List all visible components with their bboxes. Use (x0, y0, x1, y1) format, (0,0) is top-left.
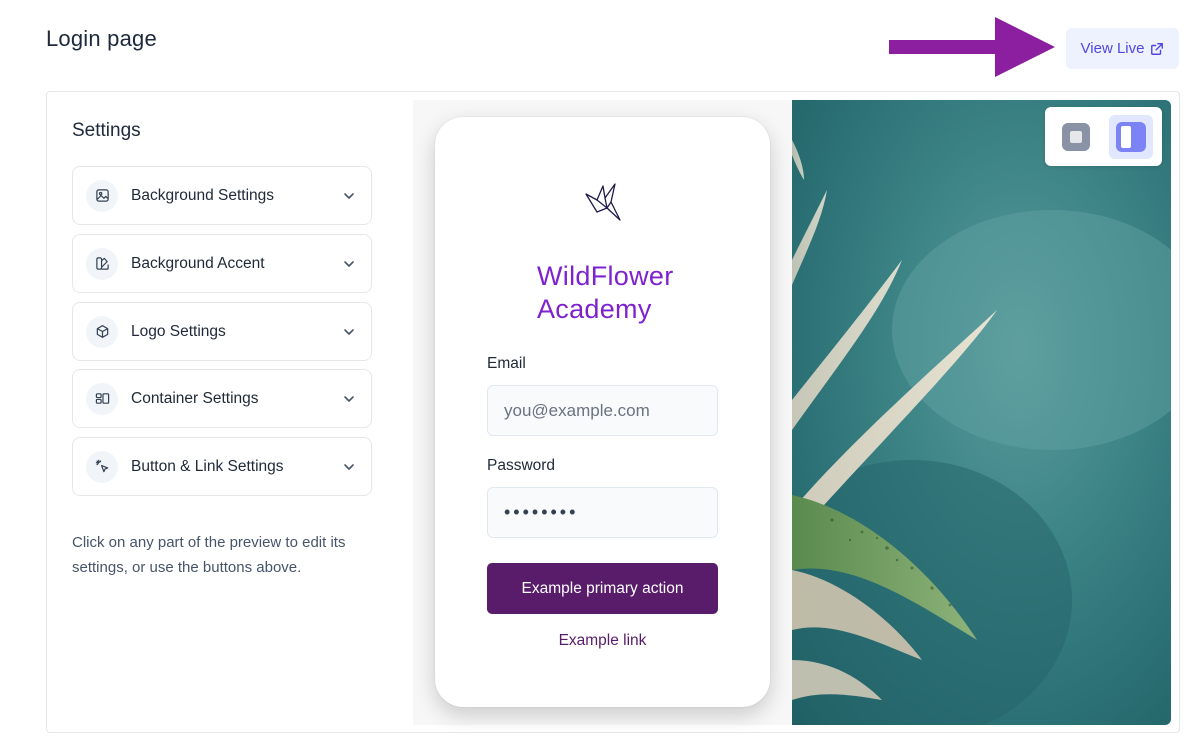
leaf-illustration (792, 140, 1171, 725)
example-link[interactable]: Example link (487, 632, 718, 650)
view-live-button[interactable]: View Live (1066, 28, 1179, 69)
split-layout-icon (1116, 122, 1146, 152)
bird-logo-icon (585, 183, 621, 221)
settings-hint-text: Click on any part of the preview to edit… (72, 534, 346, 576)
password-label: Password (487, 457, 556, 474)
centered-layout-icon (1062, 123, 1090, 151)
external-link-icon (1151, 42, 1164, 55)
settings-heading: Settings (72, 120, 141, 141)
accordion-label: Button & Link Settings (131, 457, 284, 475)
view-live-label: View Live (1080, 40, 1145, 57)
background-photo[interactable] (792, 100, 1171, 725)
chevron-down-icon (344, 192, 354, 199)
password-field[interactable]: •••••••• (487, 487, 718, 538)
primary-action-label: Example primary action (521, 579, 684, 597)
layout-icon (86, 382, 118, 415)
email-field[interactable] (487, 385, 718, 436)
image-icon (86, 179, 118, 212)
logo-settings-accordion[interactable]: Logo Settings (72, 302, 372, 361)
chevron-down-icon (344, 463, 354, 470)
brand-name[interactable]: WildFlower Academy (537, 260, 737, 326)
layout-centered-button[interactable] (1054, 115, 1098, 159)
background-accent-accordion[interactable]: Background Accent (72, 234, 372, 293)
chevron-down-icon (344, 395, 354, 402)
arrow-annotation (889, 17, 1055, 77)
background-settings-accordion[interactable]: Background Settings (72, 166, 372, 225)
page-title: Login page (46, 26, 157, 51)
chevron-down-icon (344, 328, 354, 335)
palette-icon (86, 247, 118, 280)
cube-icon (86, 315, 118, 348)
primary-action-button[interactable]: Example primary action (487, 563, 718, 614)
pointer-click-icon (86, 450, 118, 483)
email-label: Email (487, 355, 526, 372)
chevron-down-icon (344, 260, 354, 267)
layout-toggle (1045, 107, 1162, 166)
container-settings-accordion[interactable]: Container Settings (72, 369, 372, 428)
layout-split-button[interactable] (1109, 115, 1153, 159)
accordion-label: Logo Settings (131, 322, 226, 340)
password-value: •••••••• (504, 502, 579, 522)
button-link-settings-accordion[interactable]: Button & Link Settings (72, 437, 372, 496)
accordion-label: Container Settings (131, 389, 259, 407)
accordion-label: Background Settings (131, 186, 275, 204)
accordion-label: Background Accent (131, 254, 265, 272)
